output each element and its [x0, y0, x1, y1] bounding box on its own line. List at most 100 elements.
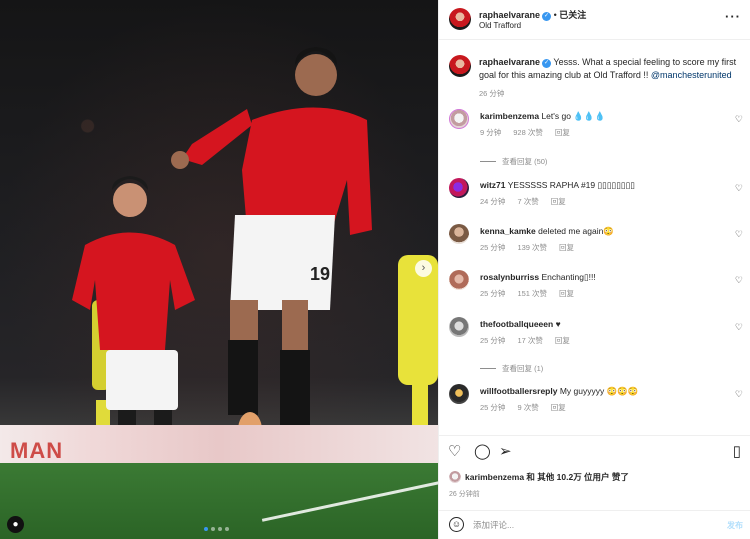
comment-username[interactable]: witz71: [480, 180, 506, 190]
next-photo-button[interactable]: ›: [415, 260, 432, 277]
liker-username[interactable]: karimbenzema: [465, 472, 524, 482]
svg-text:19: 19: [310, 264, 330, 284]
commenter-avatar[interactable]: [449, 109, 469, 129]
view-replies-label: 查看回复 (1): [502, 364, 544, 373]
comment-reply-button[interactable]: 回复: [555, 127, 570, 138]
emoji-icon[interactable]: ☺: [449, 517, 464, 532]
post-comment-button[interactable]: 发布: [727, 520, 743, 531]
comment-meta: 25 分钟 9 次赞 回复: [480, 402, 566, 413]
comment-body: kenna_kamke deleted me again😳: [480, 226, 725, 237]
comment-text: ♥: [555, 319, 561, 329]
comment-reply-button[interactable]: 回复: [559, 242, 574, 253]
comment-like-heart-icon[interactable]: ♡: [735, 229, 743, 240]
author-username[interactable]: raphaelvarane: [479, 10, 540, 20]
post-photo[interactable]: 19 MAN › ●: [0, 0, 438, 539]
like-heart-icon[interactable]: ♡: [448, 444, 461, 459]
comment-input[interactable]: [473, 517, 703, 533]
commenter-avatar[interactable]: [449, 270, 469, 290]
commenter-avatar[interactable]: [449, 384, 469, 404]
bookmark-icon[interactable]: ▯: [733, 444, 741, 459]
action-bar: ♡ ◯ ➢ ▯: [439, 435, 750, 465]
advertising-board: [0, 425, 438, 463]
post-location[interactable]: Old Trafford: [479, 21, 521, 30]
caption-time: 26 分钟: [479, 88, 504, 99]
tagged-users-icon[interactable]: ●: [7, 516, 24, 533]
add-comment-bar: ☺ 发布: [439, 510, 750, 539]
carousel-dots: [204, 527, 229, 531]
verified-icon: ✓: [542, 59, 552, 68]
more-icon[interactable]: ···: [725, 9, 741, 24]
comment-like-heart-icon[interactable]: ♡: [735, 322, 743, 333]
comment-body: rosalynburriss Enchanting▯!!!: [480, 272, 725, 283]
comment-time: 25 分钟: [480, 403, 506, 412]
carousel-dot: [225, 527, 229, 531]
commenter-avatar[interactable]: [449, 178, 469, 198]
caption-username[interactable]: raphaelvarane: [479, 57, 540, 67]
view-replies-button[interactable]: 查看回复 (1): [480, 363, 543, 374]
liker-avatar: [449, 471, 461, 483]
commenter-avatar[interactable]: [449, 224, 469, 244]
comment-meta: 25 分钟 151 次赞 回复: [480, 288, 574, 299]
caption-mention-link[interactable]: @manchesterunited: [651, 70, 732, 80]
comment-body: thefootballqueeen ♥: [480, 319, 725, 330]
likes-summary[interactable]: karimbenzema 和 其他 10.2万 位用户 赞了: [449, 471, 629, 483]
view-replies-label: 查看回复 (50): [502, 157, 548, 166]
comment-time: 25 分钟: [480, 336, 506, 345]
comment-username[interactable]: willfootballersreply: [480, 386, 557, 396]
comment-username[interactable]: rosalynburriss: [480, 272, 539, 282]
comment-reply-button[interactable]: 回复: [551, 402, 566, 413]
comment-username[interactable]: kenna_kamke: [480, 226, 536, 236]
comment-body: witz71 YESSSSS RAPHA #19 ▯▯▯▯▯▯▯▯: [480, 180, 725, 191]
comment-time: 25 分钟: [480, 243, 506, 252]
comment-meta: 9 分钟 928 次赞 回复: [480, 127, 570, 138]
replies-dash: [480, 368, 496, 369]
caption-avatar[interactable]: [449, 55, 471, 77]
comment-likes[interactable]: 9 次赞: [517, 402, 538, 413]
commenter-avatar[interactable]: [449, 317, 469, 337]
comment-like-heart-icon[interactable]: ♡: [735, 275, 743, 286]
post-side-panel: raphaelvarane ✓ • 已关注 Old Trafford ··· ra…: [438, 0, 750, 539]
comment-text: deleted me again😳: [538, 226, 614, 236]
post-header: raphaelvarane ✓ • 已关注 Old Trafford ···: [439, 0, 750, 40]
comment-meta: 25 分钟 17 次赞 回复: [480, 335, 570, 346]
comment-time: 25 分钟: [480, 289, 506, 298]
follow-status-button[interactable]: 已关注: [559, 10, 586, 20]
verified-icon: ✓: [542, 12, 552, 21]
comment-like-heart-icon[interactable]: ♡: [735, 183, 743, 194]
comment-time: 24 分钟: [480, 197, 506, 206]
comment-like-heart-icon[interactable]: ♡: [735, 114, 743, 125]
comment-likes[interactable]: 7 次赞: [517, 196, 538, 207]
carousel-dot: [211, 527, 215, 531]
caption-time-text: 26 分钟: [479, 89, 505, 98]
comment-time: 9 分钟: [480, 128, 502, 137]
comment-text: My guyyyyy 😳😳😳: [559, 386, 639, 396]
comment-body: willfootballersreply My guyyyyy 😳😳😳: [480, 386, 725, 397]
author-line: raphaelvarane ✓ • 已关注: [479, 8, 586, 21]
comment-text: YESSSSS RAPHA #19 ▯▯▯▯▯▯▯▯: [507, 180, 635, 190]
comment-likes[interactable]: 139 次赞: [517, 242, 547, 253]
likes-text: 和 其他 10.2万 位用户 赞了: [524, 472, 629, 482]
comment-likes[interactable]: 928 次赞: [513, 127, 543, 138]
comment-like-heart-icon[interactable]: ♡: [735, 389, 743, 400]
comment-reply-button[interactable]: 回复: [555, 335, 570, 346]
post-caption: raphaelvarane ✓ Yesss. What a special fee…: [479, 56, 741, 82]
author-avatar[interactable]: [449, 8, 471, 30]
comment-username[interactable]: karimbenzema: [480, 111, 539, 121]
comment-body: karimbenzema Let's go 💧💧💧: [480, 111, 725, 122]
post-timestamp: 26 分钟前: [449, 491, 480, 498]
comment-likes[interactable]: 151 次赞: [517, 288, 547, 299]
comment-username[interactable]: thefootballqueeen: [480, 319, 553, 329]
view-replies-button[interactable]: 查看回复 (50): [480, 156, 547, 167]
comment-text: Let's go 💧💧💧: [541, 111, 606, 121]
comment-likes[interactable]: 17 次赞: [517, 335, 542, 346]
comment-bubble-icon[interactable]: ◯: [474, 444, 491, 459]
comment-meta: 25 分钟 139 次赞 回复: [480, 242, 574, 253]
comment-reply-button[interactable]: 回复: [559, 288, 574, 299]
comment-meta: 24 分钟 7 次赞 回复: [480, 196, 566, 207]
instagram-post-view: 19 MAN › ● raphaelvarane ✓ • 已关注 Old Tra…: [0, 0, 750, 539]
carousel-dot: [218, 527, 222, 531]
carousel-dot: [204, 527, 208, 531]
comment-reply-button[interactable]: 回复: [551, 196, 566, 207]
board-text: MAN: [10, 438, 64, 463]
share-send-icon[interactable]: ➢: [499, 444, 512, 459]
